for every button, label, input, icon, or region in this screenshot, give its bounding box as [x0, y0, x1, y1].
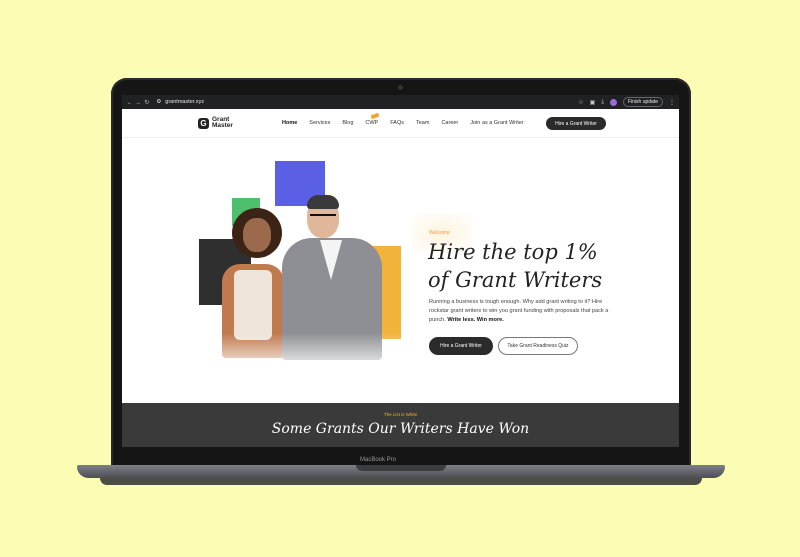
- camera-icon: [398, 85, 403, 90]
- arrow-left-icon[interactable]: ←: [126, 100, 133, 106]
- address-bar[interactable]: ⚙ grantmaster.xyz: [156, 99, 204, 105]
- hero-kicker: Welcome: [429, 230, 450, 236]
- woman-face: [243, 218, 271, 252]
- logo-icon: G: [198, 117, 209, 129]
- extensions-icon[interactable]: ▣: [590, 99, 596, 106]
- site-header: G Grant Master Home Services Blog CWP FA…: [122, 109, 679, 138]
- grants-band: The List is White Some Grants Our Writer…: [122, 403, 679, 447]
- hero-section: Welcome Hire the top 1% of Grant Writers…: [122, 138, 679, 400]
- photo-fade: [192, 333, 412, 373]
- browser-nav: ← → ↻: [126, 99, 150, 106]
- browser-actions: ☆ ▣ ⤓ Finish update ⋮: [578, 97, 675, 107]
- band-kicker: The List is White: [383, 412, 418, 417]
- laptop-screen: ← → ↻ ⚙ grantmaster.xyz ☆ ▣ ⤓ Finish upd…: [122, 95, 679, 447]
- finish-update-button[interactable]: Finish update: [622, 97, 663, 107]
- logo-text: Grant Master: [212, 115, 233, 129]
- menu-item-home[interactable]: Home: [282, 120, 297, 126]
- menu-item-career[interactable]: Career: [441, 120, 458, 126]
- site-info-icon[interactable]: ⚙: [156, 99, 161, 105]
- laptop-notch: [356, 465, 446, 471]
- laptop-base: [77, 465, 725, 478]
- main-menu: Home Services Blog CWP FAQs Team Career …: [282, 112, 524, 126]
- laptop-lid: ← → ↻ ⚙ grantmaster.xyz ☆ ▣ ⤓ Finish upd…: [111, 78, 691, 468]
- device-label: MacBook Pro: [360, 457, 397, 463]
- headline-line-2: of Grant Writers: [428, 268, 603, 292]
- band-title: Some Grants Our Writers Have Won: [271, 421, 530, 437]
- menu-item-cwp[interactable]: CWP: [365, 112, 380, 126]
- header-hire-button[interactable]: Hire a Grant Writer: [546, 117, 606, 130]
- menu-item-team[interactable]: Team: [416, 120, 429, 126]
- hero-hire-button[interactable]: Hire a Grant Writer: [429, 337, 493, 355]
- hero-blurb-bold: Write less. Win more.: [447, 317, 504, 323]
- man-glasses: [310, 214, 336, 221]
- menu-item-join[interactable]: Join as a Grant Writer: [470, 120, 523, 126]
- kebab-menu-icon[interactable]: ⋮: [669, 99, 675, 106]
- headline-line-1: Hire the top 1%: [428, 240, 598, 264]
- hero-blurb: Running a business is tough enough. Why …: [429, 298, 609, 325]
- arrow-right-icon[interactable]: →: [135, 100, 142, 106]
- laptop-feet: [100, 478, 702, 485]
- quiz-button[interactable]: Take Grant Readiness Quiz: [498, 337, 578, 355]
- menu-item-blog[interactable]: Blog: [342, 120, 353, 126]
- url-text: grantmaster.xyz: [165, 99, 205, 105]
- browser-toolbar: ← → ↻ ⚙ grantmaster.xyz ☆ ▣ ⤓ Finish upd…: [122, 95, 679, 109]
- hero-headline: Hire the top 1% of Grant Writers: [428, 238, 628, 294]
- cwp-badge-icon: [370, 112, 380, 120]
- site-logo[interactable]: G Grant Master: [198, 115, 244, 130]
- menu-item-faqs[interactable]: FAQs: [390, 120, 404, 126]
- woman-top: [234, 270, 272, 340]
- download-icon[interactable]: ⤓: [601, 99, 604, 106]
- profile-avatar[interactable]: [609, 98, 617, 106]
- menu-item-cwp-label: CWP: [365, 120, 379, 126]
- star-icon[interactable]: ☆: [578, 99, 583, 106]
- reload-icon[interactable]: ↻: [143, 99, 150, 106]
- man-hair: [307, 195, 339, 209]
- menu-item-services[interactable]: Services: [309, 120, 330, 126]
